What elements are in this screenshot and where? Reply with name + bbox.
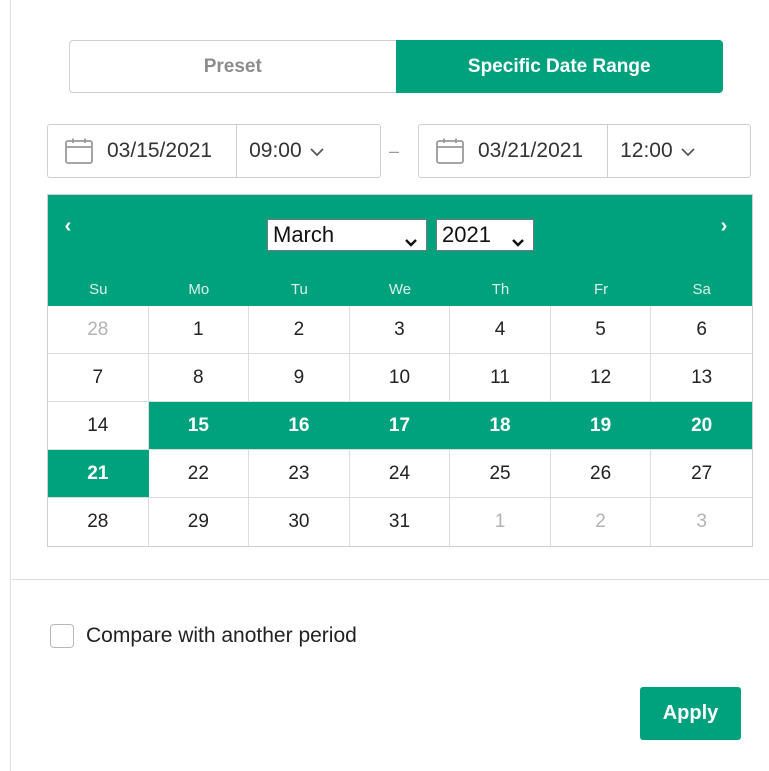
date-mode-toggle: Preset Specific Date Range [69, 40, 723, 93]
weekday-label: Fr [594, 281, 609, 298]
calendar-week-row: 14 15 16 17 18 19 20 [48, 402, 752, 450]
calendar-icon [65, 138, 93, 164]
range-separator: – [389, 141, 400, 161]
calendar-day[interactable]: 4 [450, 306, 551, 353]
calendar-day[interactable]: 29 [149, 498, 250, 546]
calendar-icon [436, 138, 464, 164]
end-date-value: 03/21/2021 [478, 139, 584, 162]
calendar-day-selected[interactable]: 18 [450, 402, 551, 449]
calendar-day-selected[interactable]: 17 [349, 402, 451, 449]
calendar-day[interactable]: 5 [551, 306, 652, 353]
specific-date-range-tab[interactable]: Specific Date Range [395, 40, 723, 93]
calendar-day[interactable]: 30 [249, 498, 350, 546]
start-date-value: 03/15/2021 [107, 139, 213, 162]
calendar-day-outside-month[interactable]: 28 [48, 306, 149, 353]
calendar-day[interactable]: 22 [149, 450, 250, 497]
apply-button[interactable]: Apply [640, 687, 741, 740]
calendar-day-outside-month[interactable]: 1 [450, 498, 551, 546]
preset-tab[interactable]: Preset [69, 40, 396, 93]
calendar-day[interactable]: 24 [350, 450, 451, 497]
year-value: 2021 [442, 222, 491, 247]
end-date-input[interactable]: 03/21/2021 [419, 125, 609, 177]
calendar-day-grid: 28 1 2 3 4 5 6 7 8 9 10 11 12 13 14 15 16 17 18 19 20 21 22 23 2… [48, 306, 752, 546]
calendar-day[interactable]: 1 [149, 306, 250, 353]
chevron-down-icon [404, 228, 418, 254]
start-datetime-field: 03/15/2021 09:00 [47, 124, 381, 178]
end-time-value: 12:00 [620, 139, 673, 162]
calendar-day[interactable]: 9 [249, 354, 350, 401]
calendar-day[interactable]: 11 [450, 354, 551, 401]
calendar-day[interactable]: 31 [350, 498, 451, 546]
section-divider [12, 579, 769, 580]
month-select[interactable]: March [267, 219, 427, 251]
panel-left-border [10, 0, 11, 771]
calendar-day[interactable]: 2 [249, 306, 350, 353]
calendar-week-row: 21 22 23 24 25 26 27 [48, 450, 752, 498]
weekday-label: Mo [188, 281, 210, 298]
calendar-day[interactable]: 10 [350, 354, 451, 401]
year-select[interactable]: 2021 [436, 219, 534, 251]
compare-checkbox[interactable] [50, 624, 74, 648]
calendar-day-selected[interactable]: 16 [249, 402, 350, 449]
calendar-day[interactable]: 12 [551, 354, 652, 401]
calendar-day-outside-month[interactable]: 3 [651, 498, 752, 546]
compare-option[interactable]: Compare with another period [50, 624, 357, 648]
weekday-label: Tu [290, 281, 308, 298]
chevron-down-icon [681, 139, 695, 163]
calendar-day[interactable]: 8 [149, 354, 250, 401]
calendar-day-selected[interactable]: 19 [550, 402, 652, 449]
weekday-label: Su [89, 281, 108, 298]
weekday-header-row: Su Mo Tu We Th Fr Sa [48, 273, 752, 306]
start-date-input[interactable]: 03/15/2021 [48, 125, 238, 177]
start-time-select[interactable]: 09:00 [237, 125, 334, 177]
previous-month-button[interactable]: ‹ [56, 215, 80, 238]
calendar-day[interactable]: 27 [651, 450, 752, 497]
calendar-header: ‹ March 2021 › Su Mo Tu We Th Fr Sa [48, 195, 752, 306]
calendar-week-row: 7 8 9 10 11 12 13 [48, 354, 752, 402]
calendar-day-selected[interactable]: 15 [148, 402, 250, 449]
weekday-label: We [388, 281, 412, 298]
calendar-week-row: 28 1 2 3 4 5 6 [48, 306, 752, 354]
calendar-day[interactable]: 28 [48, 498, 149, 546]
calendar-day[interactable]: 26 [551, 450, 652, 497]
calendar-day[interactable]: 23 [249, 450, 350, 497]
calendar-day-selected[interactable]: 20 [651, 402, 752, 449]
compare-label: Compare with another period [86, 624, 357, 647]
calendar-day[interactable]: 7 [48, 354, 149, 401]
calendar-day-outside-month[interactable]: 2 [551, 498, 652, 546]
calendar-day[interactable]: 13 [651, 354, 752, 401]
weekday-label: Th [491, 281, 510, 298]
end-datetime-field: 03/21/2021 12:00 [418, 124, 751, 178]
calendar: ‹ March 2021 › Su Mo Tu We Th Fr Sa 28 1 2… [47, 194, 753, 547]
start-time-value: 09:00 [249, 139, 302, 162]
end-time-select[interactable]: 12:00 [608, 125, 705, 177]
weekday-label: Sa [692, 281, 711, 298]
chevron-down-icon [511, 228, 525, 254]
month-value: March [273, 222, 335, 247]
chevron-down-icon [310, 139, 324, 163]
calendar-day[interactable]: 3 [350, 306, 451, 353]
calendar-week-row: 28 29 30 31 1 2 3 [48, 498, 752, 546]
calendar-day-selected[interactable]: 21 [48, 450, 149, 497]
next-month-button[interactable]: › [712, 215, 736, 238]
calendar-day[interactable]: 6 [651, 306, 752, 353]
calendar-day[interactable]: 14 [48, 402, 149, 449]
calendar-day[interactable]: 25 [450, 450, 551, 497]
